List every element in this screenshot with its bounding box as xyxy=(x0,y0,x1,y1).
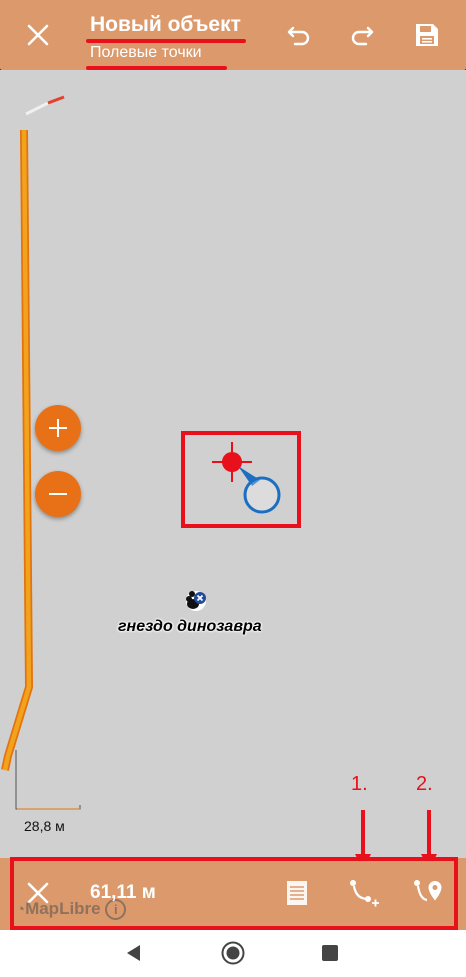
scale-label: 28,8 м xyxy=(24,818,65,834)
map-view[interactable]: гнездо динозавра 28,8 м 1. 2. xyxy=(0,70,466,930)
system-nav-bar xyxy=(0,930,466,977)
recents-icon[interactable] xyxy=(321,944,339,962)
toolbar: Новый объект Полевые точки xyxy=(0,0,466,70)
minus-icon xyxy=(49,493,67,495)
plus-icon xyxy=(49,419,67,437)
crosshair-annotation-box xyxy=(181,431,301,528)
title-underline-annotation xyxy=(86,39,246,43)
poi-label[interactable]: гнездо динозавра xyxy=(118,618,262,636)
page-title: Новый объект xyxy=(90,13,241,36)
back-icon[interactable] xyxy=(124,943,144,963)
annotation-label-2: 2. xyxy=(416,773,433,795)
home-icon[interactable] xyxy=(220,940,246,966)
redo-icon[interactable] xyxy=(345,18,379,52)
annotation-label-1: 1. xyxy=(351,773,368,795)
zoom-out-button[interactable] xyxy=(35,471,81,517)
page-subtitle: Полевые точки xyxy=(90,44,202,61)
zoom-in-button[interactable] xyxy=(35,405,81,451)
undo-icon[interactable] xyxy=(282,18,316,52)
save-icon[interactable] xyxy=(410,18,444,52)
bottom-toolbar-annotation-box xyxy=(10,857,458,930)
scale-bar xyxy=(15,750,81,810)
paw-icon[interactable] xyxy=(183,588,209,614)
close-icon[interactable] xyxy=(21,18,55,52)
